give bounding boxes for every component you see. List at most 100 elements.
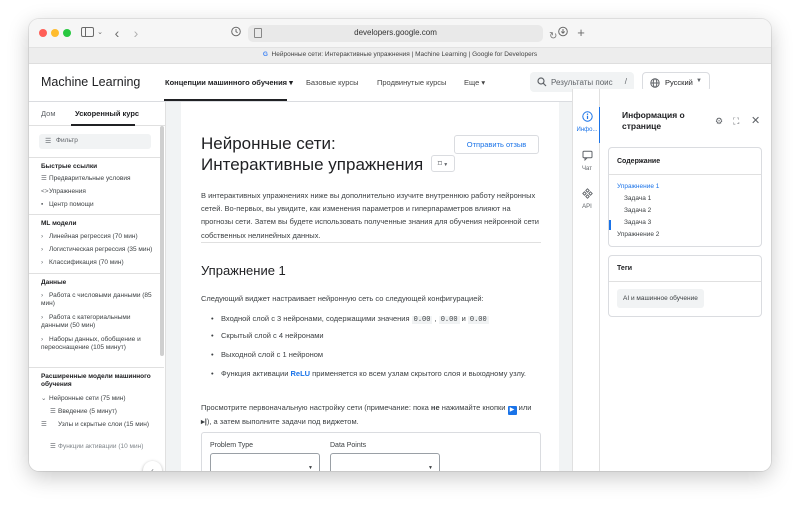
sidebar-item-label: Классификация (70 мин) [49,259,124,266]
filter-placeholder: Фильтр [56,137,78,144]
tab-home[interactable]: Дом [41,109,56,118]
page-title: Нейронные сети: Интерактивные упражнения [201,134,424,174]
toc-item-task-2[interactable]: Задача 2 [624,207,651,214]
list-icon: ☰ [50,408,56,415]
sidebar-item-label: Работа с числовыми данными (85 мин) [41,292,152,307]
sidebar-item-datasets-generalization[interactable]: › Наборы данных, обобщение и переоснащени… [41,336,159,352]
rail-item-info[interactable]: Инфо... [573,111,601,133]
chevron-down-icon: ⌄ [41,395,47,402]
tag-chip[interactable]: AI и машинное обучение [617,289,704,308]
nav-item-basic-courses[interactable]: Базовые курсы [306,78,359,87]
help-icon: ▪ [41,201,44,208]
data-points-label: Data Points [330,442,367,449]
exercise-intro: Следующий виджет настраивает нейронную с… [201,294,484,303]
note-text: нажимайте кнопки [439,403,508,412]
tab-title[interactable]: G Нейронные сети: Интерактивные упражнен… [29,51,771,58]
chevron-down-icon: ▼ [696,78,702,84]
article: Нейронные сети: Интерактивные упражнения… [181,102,559,471]
note-text: или [516,403,532,412]
tags-divider [609,281,761,282]
sidebar-item-help-center[interactable]: ▪ Центр помощи [41,201,159,209]
section-heading-data: Данные [41,279,67,286]
chevron-right-icon: › [41,336,44,343]
sidebar-item-categorical-data[interactable]: › Работа с категориальными данными (50 ми… [41,314,159,330]
toc-item-task-1[interactable]: Задача 1 [624,195,651,202]
api-icon [573,188,601,202]
sidebar-item-neural-networks[interactable]: ⌄ Нейронные сети (75 мин) [41,395,159,403]
bullet-text: Входной слой с 3 нейронами, содержащими … [221,314,412,323]
info-panel-title: Информация о странице [622,110,685,131]
browser-window: ⌄ ‹ › developers.google.com ↻ + G Нейрон… [29,19,771,471]
sidebar-item-label: Функции активации (10 мин) [58,443,144,450]
brand-title[interactable]: Machine Learning [41,75,140,89]
filter-icon: ☰ [45,138,52,145]
exercise-1-heading: Упражнение 1 [201,263,286,278]
shield-icon[interactable] [229,25,243,41]
info-panel: Информация о странице ⚙ ⛶ ✕ Содержание У… [600,89,771,471]
separator: и [459,314,468,323]
sidebar-scrollbar[interactable] [160,126,164,356]
relu-link[interactable]: ReLU [291,369,311,378]
problem-type-select[interactable]: ▼ [210,453,320,471]
plus-icon[interactable]: + [574,25,588,41]
sidebar-item-introduction[interactable]: ☰ Введение (5 минут) [50,408,160,416]
chevron-right-icon: › [41,246,44,253]
rail-item-chat[interactable]: Чат [573,150,601,172]
nav-item-advanced-courses[interactable]: Продвинутые курсы [377,78,446,87]
input-value: 0.00 [438,316,460,324]
chevron-right-icon[interactable]: › [130,25,142,41]
toc-item-exercise-1[interactable]: Упражнение 1 [617,183,659,190]
sidebar-item-classification[interactable]: › Классификация (70 мин) [41,259,159,267]
address-bar[interactable]: developers.google.com ↻ [248,25,557,42]
toc-divider [609,174,761,175]
rail-item-api[interactable]: API [573,188,601,210]
nav-item-concepts[interactable]: Концепции машинного обучения ▾ [165,78,293,87]
bookmark-button[interactable]: ⌑ ▼ [431,155,455,172]
tab-active-underline [71,124,135,126]
note-text: ), а затем выполните задачи под виджетом… [206,417,359,426]
toc-card: Содержание Упражнение 1 Задача 1 Задача … [608,147,762,247]
sidebar-item-activation-functions[interactable]: ☰ Функции активации (10 мин) [50,443,160,451]
separator: , [432,314,439,323]
send-feedback-button[interactable]: Отправить отзыв [454,135,539,154]
filter-input[interactable]: ☰ Фильтр [39,134,151,149]
chevron-left-icon[interactable]: ‹ [111,25,123,41]
close-window-button[interactable] [39,29,47,37]
toc-item-exercise-2[interactable]: Упражнение 2 [617,231,659,238]
sidebar-item-label: Линейная регрессия (70 мин) [49,233,138,240]
zoom-window-button[interactable] [63,29,71,37]
sidebar-tabs: Дом Ускоренный курс [29,102,165,126]
sidebar-item-logistic-regression[interactable]: › Логистическая регрессия (35 мин) [41,246,159,254]
section-divider [29,157,164,158]
chevron-down-icon[interactable]: ⌄ [95,25,105,41]
rail-item-label: Инфо... [576,127,598,133]
toc-heading: Содержание [617,158,661,165]
sidebar-item-nodes-hidden-layers[interactable]: ☰ Узлы и скрытые слои (15 мин) [41,421,160,429]
info-icon [573,111,601,125]
gear-icon[interactable]: ⚙ [715,116,723,127]
sidebar-item-linear-regression[interactable]: › Линейная регрессия (70 мин) [41,233,159,241]
collapse-sidebar-button[interactable]: ‹ [143,461,162,471]
bullet-text: Функция активации [221,369,291,378]
search-icon [537,75,547,90]
chevron-down-icon: ▼ [428,465,433,471]
minimize-window-button[interactable] [51,29,59,37]
tab-bar: G Нейронные сети: Интерактивные упражнен… [29,48,771,64]
nav-item-more[interactable]: Еще ▾ [464,78,485,87]
sidebar-item-numerical-data[interactable]: › Работа с числовыми данными (85 мин) [41,292,159,308]
toc-item-task-3[interactable]: Задача 3 [624,219,651,226]
data-points-select[interactable]: ▼ [330,453,440,471]
close-icon[interactable]: ✕ [751,114,760,127]
toc-active-indicator [609,220,611,230]
note-bold: не [430,403,440,412]
section-divider [29,367,164,368]
tab-crash-course[interactable]: Ускоренный курс [75,109,139,118]
sidebar-item-exercises[interactable]: <>Упражнения [41,188,159,196]
sidebar-icon[interactable] [79,25,95,41]
download-icon[interactable] [556,25,570,41]
sidebar-item-prerequisites[interactable]: ☰ Предварительные условия [41,175,159,183]
input-value: 0.00 [411,316,433,324]
sidebar-item-label: Центр помощи [49,201,94,208]
bullet-hidden-layer: Скрытый слой с 4 нейронами [211,329,541,342]
expand-icon[interactable]: ⛶ [733,116,739,127]
